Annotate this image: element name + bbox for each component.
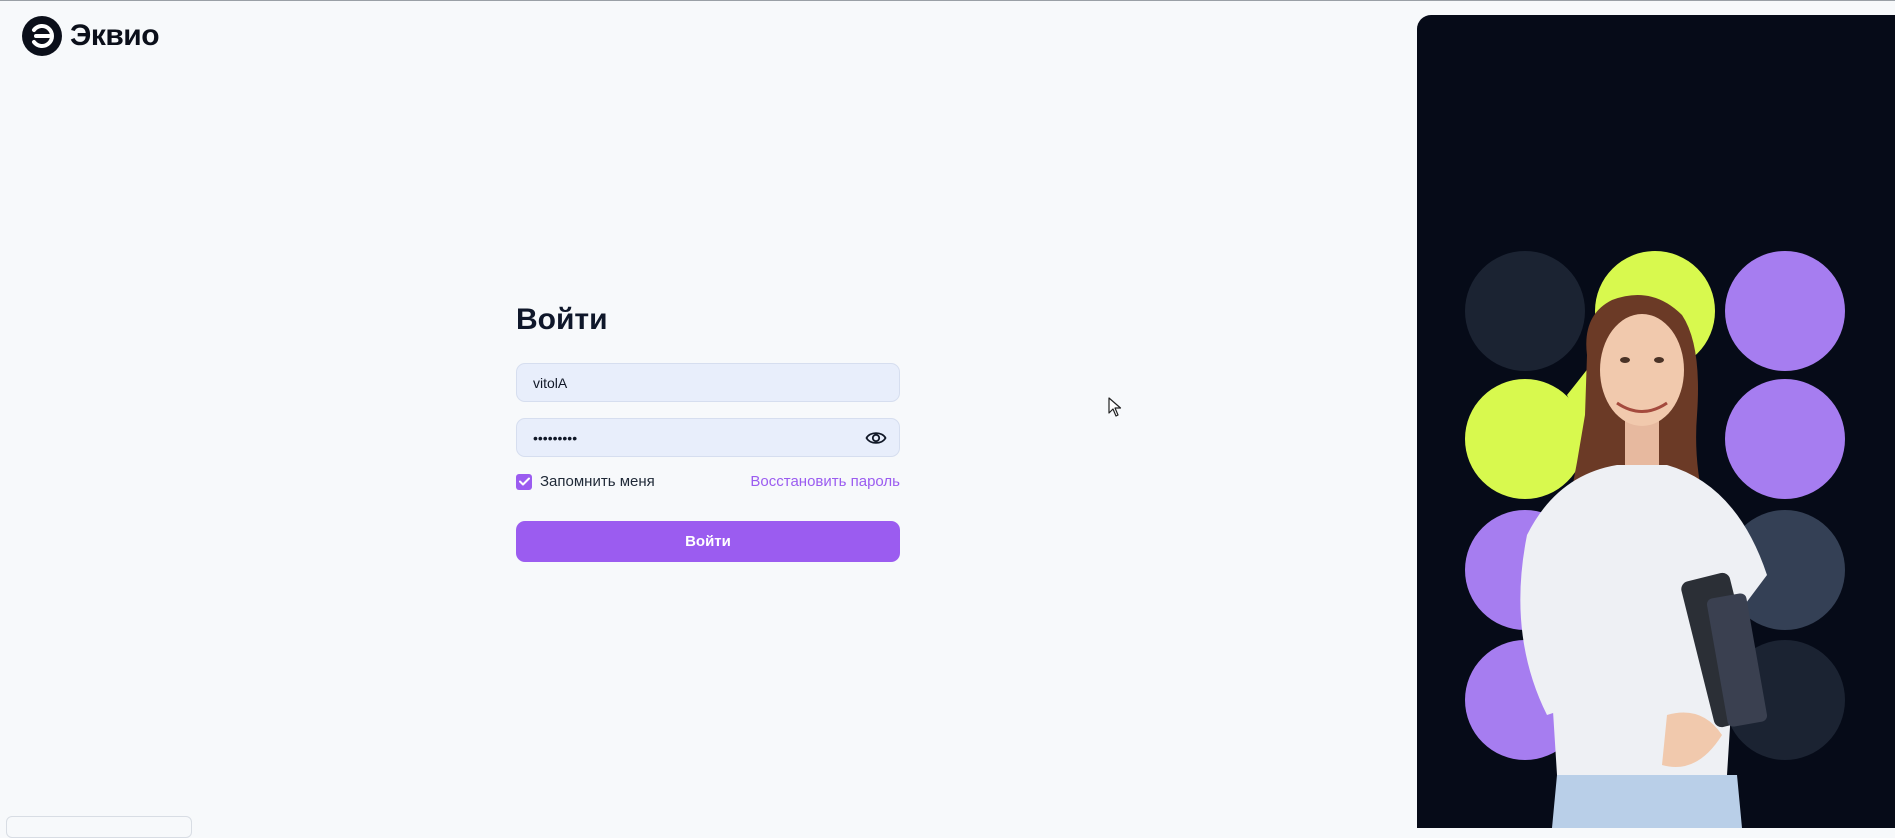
remember-me-toggle[interactable]: Запомнить меня — [516, 473, 655, 490]
promo-panel — [1417, 15, 1895, 828]
restore-password-link[interactable]: Восстановить пароль — [750, 473, 900, 490]
bottom-panel-tab[interactable] — [6, 816, 192, 838]
lilac-circle-middle — [1725, 379, 1845, 499]
login-form: Войти Запомнить меня Восстановить пароль… — [516, 300, 900, 562]
window-top-border — [0, 0, 1895, 1]
remember-me-checkbox[interactable] — [516, 473, 532, 490]
brand-name: Эквио — [70, 19, 160, 52]
lime-circle-left — [1465, 379, 1585, 499]
check-icon — [518, 477, 530, 486]
mouse-pointer-icon — [1108, 397, 1122, 417]
username-field-wrapper — [516, 363, 900, 402]
woman-photo — [1520, 295, 1768, 828]
options-row: Запомнить меня Восстановить пароль — [516, 471, 900, 491]
navy-circle — [1465, 251, 1585, 371]
promo-illustration — [1465, 251, 1845, 828]
brand-logo[interactable]: Эквио — [22, 16, 160, 56]
username-input[interactable] — [517, 364, 817, 401]
eye-icon[interactable] — [865, 428, 887, 448]
lilac-circle-top — [1725, 251, 1845, 371]
password-field-wrapper — [516, 418, 900, 457]
equio-logo-icon — [22, 16, 62, 56]
remember-me-label: Запомнить меня — [540, 473, 655, 490]
page-title: Войти — [516, 303, 608, 336]
login-button[interactable]: Войти — [516, 521, 900, 562]
password-input[interactable] — [517, 419, 817, 456]
